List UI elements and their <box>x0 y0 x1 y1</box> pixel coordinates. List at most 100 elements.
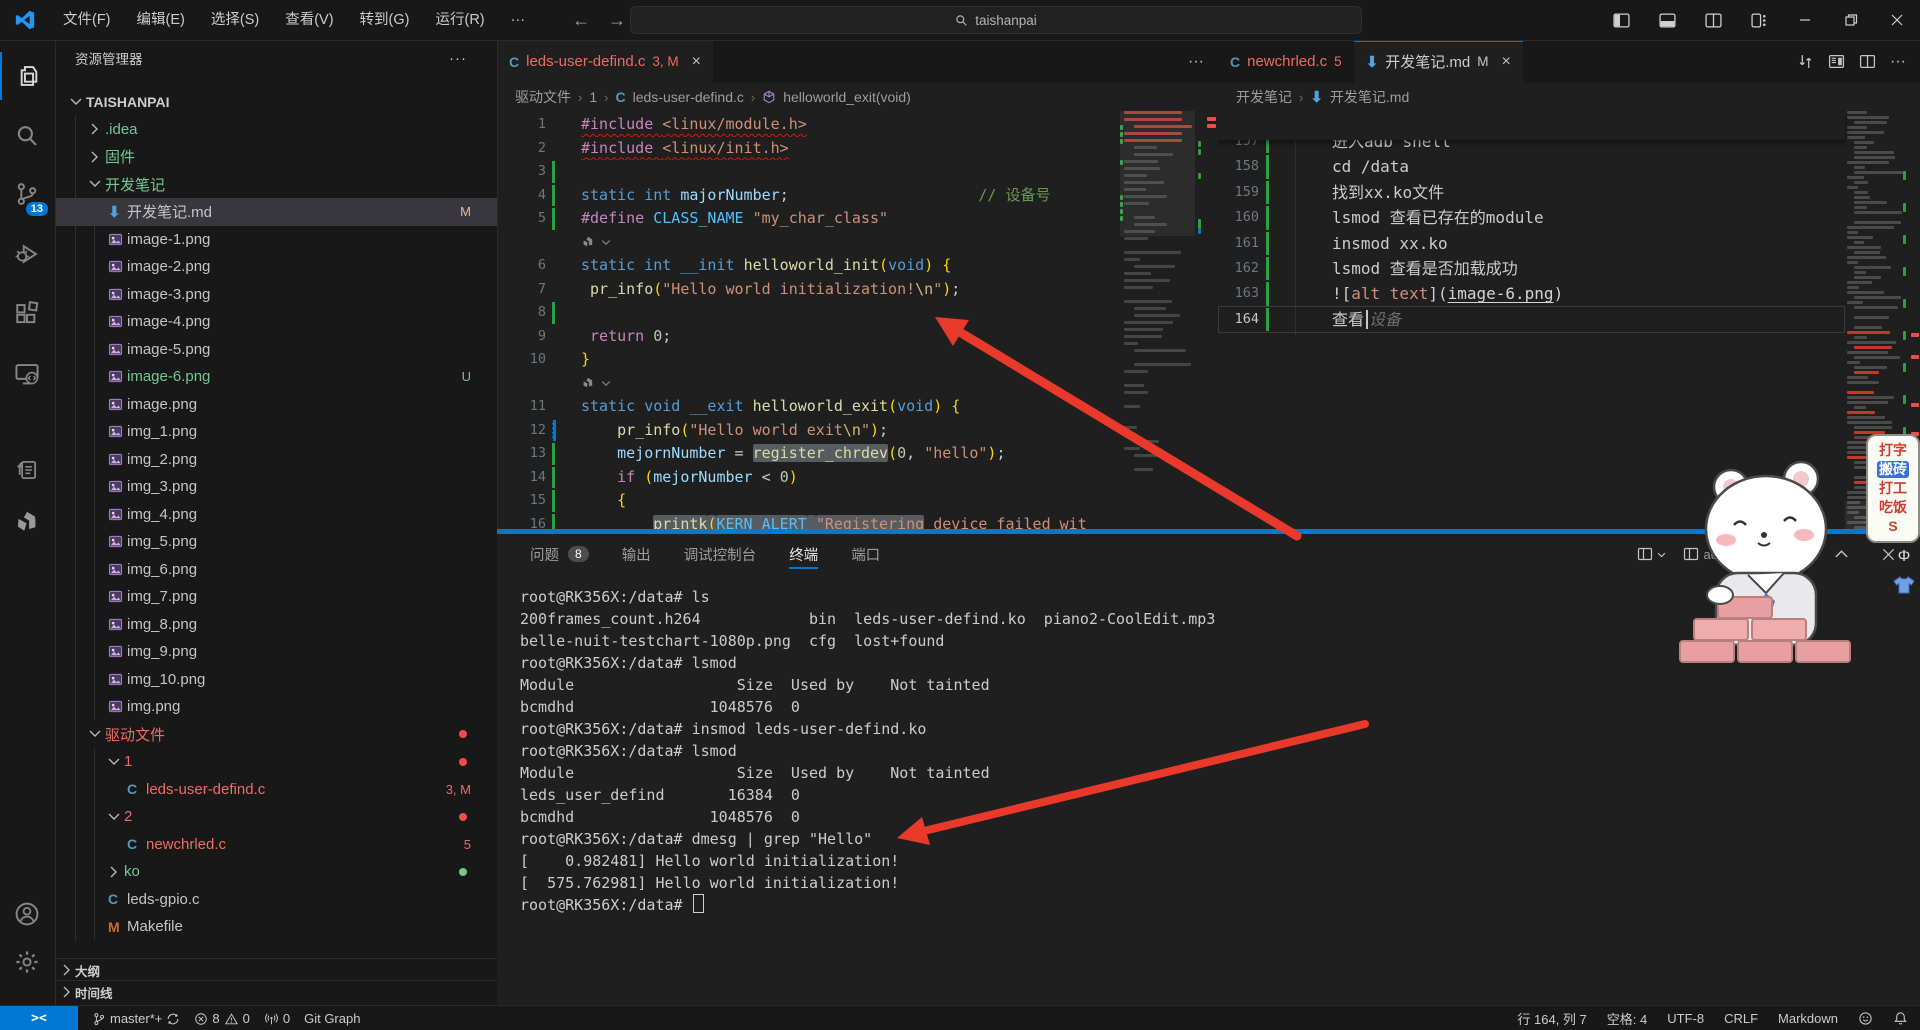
sticky-scroll-row[interactable]: 156 23.加载模块 <box>1218 113 1845 140</box>
tree-item-开发笔记.md[interactable]: ⬇开发笔记.mdM <box>55 198 497 226</box>
panel-resize-sash[interactable] <box>497 529 1920 534</box>
breadcrumb-1[interactable]: 驱动文件›1›Cleds-user-defind.c›helloworld_ex… <box>497 83 1218 111</box>
tree-item-image-5.png[interactable]: image-5.png <box>55 336 497 364</box>
nav-forward-icon[interactable]: → <box>608 10 626 31</box>
breadcrumb-item[interactable]: 驱动文件 <box>515 87 571 107</box>
restore-icon[interactable] <box>1828 0 1874 40</box>
tree-item-.idea[interactable]: .idea <box>55 116 497 144</box>
explorer-more-actions-icon[interactable]: ··· <box>449 50 467 67</box>
git-graph-item[interactable]: Git Graph <box>304 1011 360 1026</box>
source-control-icon[interactable]: 13 <box>0 170 54 218</box>
tree-item-image-1.png[interactable]: image-1.png <box>55 226 497 254</box>
notifications-bell-icon[interactable] <box>1893 1011 1908 1026</box>
remote-indicator[interactable]: >< <box>0 1006 78 1030</box>
minimap-1[interactable] <box>1120 111 1195 534</box>
split-editor-icon[interactable] <box>1859 53 1876 70</box>
run-debug-icon[interactable] <box>0 230 54 278</box>
tree-item-1[interactable]: 1 <box>55 748 497 776</box>
tree-item-img_10.png[interactable]: img_10.png <box>55 666 497 694</box>
tree-item-ko[interactable]: ko <box>55 858 497 886</box>
tree-item-固件[interactable]: 固件 <box>55 143 497 171</box>
settings-gear-icon[interactable] <box>0 938 54 986</box>
tab-close-icon[interactable]: × <box>1502 53 1511 71</box>
menu-item[interactable]: 选择(S) <box>198 0 272 40</box>
customize-layout-icon[interactable] <box>1736 0 1782 40</box>
inline-ai-decoration[interactable] <box>581 231 612 255</box>
toggle-sidebar-icon[interactable] <box>1598 0 1644 40</box>
close-icon[interactable] <box>1874 0 1920 40</box>
new-terminal-icon[interactable] <box>1637 546 1667 562</box>
tree-item-img.png[interactable]: img.png <box>55 693 497 721</box>
tree-item-img_1.png[interactable]: img_1.png <box>55 418 497 446</box>
feedback-icon[interactable] <box>1858 1011 1873 1026</box>
tab-开发笔记.md[interactable]: ⬇开发笔记.mdM× <box>1354 40 1523 83</box>
menu-item[interactable]: 文件(F) <box>50 0 124 40</box>
line-col-item[interactable]: 行 164, 列 7 <box>1517 1009 1586 1028</box>
tree-item-Makefile[interactable]: MMakefile <box>55 913 497 941</box>
eol-item[interactable]: CRLF <box>1724 1011 1758 1026</box>
toggle-secondary-sidebar-icon[interactable] <box>1690 0 1736 40</box>
breadcrumb-item[interactable]: leds-user-defind.c <box>633 89 744 105</box>
inline-ai-decoration[interactable] <box>581 372 612 396</box>
tree-item-leds-gpio.c[interactable]: Cleds-gpio.c <box>55 886 497 914</box>
tree-item-img_7.png[interactable]: img_7.png <box>55 583 497 611</box>
more-actions-icon[interactable]: ··· <box>1890 53 1906 71</box>
tree-item-img_4.png[interactable]: img_4.png <box>55 501 497 529</box>
git-branch-item[interactable]: master*+ <box>92 1011 180 1026</box>
breadcrumb-2[interactable]: 开发笔记›⬇开发笔记.md <box>1218 83 1920 111</box>
encoding-item[interactable]: UTF-8 <box>1667 1011 1704 1026</box>
indent-item[interactable]: 空格: 4 <box>1607 1009 1647 1028</box>
ports-item[interactable]: 0 <box>264 1011 290 1026</box>
tree-item-开发笔记[interactable]: 开发笔记 <box>55 171 497 199</box>
search-view-icon[interactable] <box>0 112 54 160</box>
breadcrumb-item[interactable]: 开发笔记.md <box>1330 87 1409 107</box>
menu-item[interactable]: ··· <box>498 0 539 40</box>
code-editor-1[interactable]: 1#include <linux/module.h>2#include <lin… <box>497 111 1218 534</box>
panel-tab-问题[interactable]: 问题8 <box>530 534 589 574</box>
panel-tab-调试控制台[interactable]: 调试控制台 <box>684 534 757 574</box>
tree-item-img_9.png[interactable]: img_9.png <box>55 638 497 666</box>
open-changes-icon[interactable] <box>1797 53 1814 70</box>
pet-widget-controls[interactable]: Φ <box>1893 548 1915 594</box>
tree-item-image-4.png[interactable]: image-4.png <box>55 308 497 336</box>
tree-item-image-2.png[interactable]: image-2.png <box>55 253 497 281</box>
tree-item-img_5.png[interactable]: img_5.png <box>55 528 497 556</box>
maximize-panel-icon[interactable] <box>1834 547 1849 562</box>
minimize-icon[interactable] <box>1782 0 1828 40</box>
panel-tab-端口[interactable]: 端口 <box>851 534 880 574</box>
panel-tab-输出[interactable]: 输出 <box>622 534 651 574</box>
tab-leds-user-defind[interactable]: C leds-user-defind.c 3, M × <box>497 40 713 83</box>
account-icon[interactable] <box>0 890 54 938</box>
tree-item-img_6.png[interactable]: img_6.png <box>55 556 497 584</box>
tab-close-icon[interactable]: × <box>692 53 701 71</box>
panel-tab-终端[interactable]: 终端 <box>789 534 818 574</box>
menu-item[interactable]: 编辑(E) <box>124 0 198 40</box>
doc-sync-icon[interactable] <box>0 446 54 494</box>
outline-section[interactable]: 大纲 <box>55 958 497 981</box>
tree-item-leds-user-defind.c[interactable]: Cleds-user-defind.c3, M <box>55 776 497 804</box>
tree-item-image-3.png[interactable]: image-3.png <box>55 281 497 309</box>
tree-item-img_2.png[interactable]: img_2.png <box>55 446 497 474</box>
toggle-panel-icon[interactable] <box>1644 0 1690 40</box>
timeline-section[interactable]: 时间线 <box>55 980 497 1003</box>
command-center-search[interactable]: taishanpai <box>630 6 1362 34</box>
markdown-editor[interactable]: 157进入adb shell158cd /data159找到xx.ko文件160… <box>1218 111 1920 534</box>
language-item[interactable]: Markdown <box>1778 1011 1838 1026</box>
tree-item-image-6.png[interactable]: image-6.pngU <box>55 363 497 391</box>
menu-item[interactable]: 运行(R) <box>422 0 497 40</box>
remote-explorer-icon[interactable] <box>0 350 54 398</box>
tree-item-img_8.png[interactable]: img_8.png <box>55 611 497 639</box>
terminal-output[interactable]: root@RK356X:/data# ls200frames_count.h26… <box>520 586 1215 916</box>
nav-back-icon[interactable]: ← <box>572 10 590 31</box>
tree-item-img_3.png[interactable]: img_3.png <box>55 473 497 501</box>
problems-item[interactable]: 8 0 <box>194 1011 249 1026</box>
tab-newchrled.c[interactable]: Cnewchrled.c5 <box>1218 40 1354 83</box>
menu-item[interactable]: 查看(V) <box>272 0 346 40</box>
extensions-icon[interactable] <box>0 290 54 338</box>
tree-item-image.png[interactable]: image.png <box>55 391 497 419</box>
tree-item-newchrled.c[interactable]: Cnewchrled.c5 <box>55 831 497 859</box>
ai-assistant-icon[interactable] <box>0 498 54 546</box>
breadcrumb-item[interactable]: helloworld_exit(void) <box>783 89 911 105</box>
terminal-instance-item[interactable]: ao <box>1683 546 1718 562</box>
breadcrumb-item[interactable]: 开发笔记 <box>1236 87 1292 107</box>
